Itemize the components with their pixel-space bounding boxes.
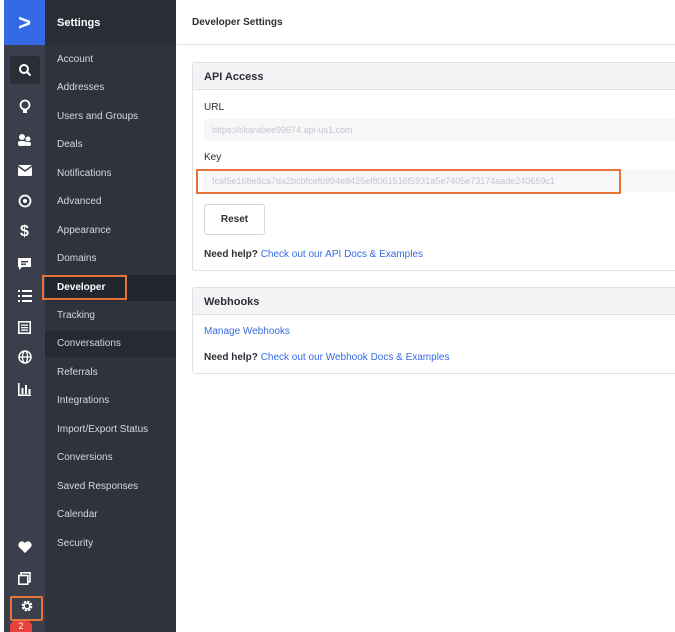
menu-item-calendar[interactable]: Calendar [45,502,176,528]
bar-chart-icon[interactable] [4,375,45,403]
settings-menu: Settings Account Addresses Users and Gro… [45,0,176,632]
gear-icon [20,599,34,618]
menu-item-integrations[interactable]: Integrations [45,388,176,414]
app-window: > $ 2 Settings Account Addresses Users a… [0,0,675,632]
webhook-docs-link[interactable]: Check out our Webhook Docs & Examples [261,352,450,363]
logo-icon[interactable]: > [4,0,45,45]
menu-item-security[interactable]: Security [45,531,176,557]
dollar-icon[interactable]: $ [4,218,45,246]
heart-icon[interactable] [4,533,45,561]
menu-item-conversations[interactable]: Conversations [45,331,176,357]
manage-webhooks-link[interactable]: Manage Webhooks [204,326,290,337]
menu-item-notifications[interactable]: Notifications [45,161,176,187]
settings-menu-title: Settings [45,0,176,45]
target-icon[interactable] [4,187,45,215]
menu-item-deals[interactable]: Deals [45,132,176,158]
menu-item-import-export-status[interactable]: Import/Export Status [45,417,176,443]
main-content: Developer Settings API Access URL https:… [177,0,675,632]
menu-item-tracking[interactable]: Tracking [45,303,176,329]
reset-button[interactable]: Reset [204,204,265,235]
lightbulb-icon[interactable] [4,93,45,121]
globe-icon[interactable] [4,343,45,371]
notification-badge: 2 [10,621,32,632]
menu-item-addresses[interactable]: Addresses [45,75,176,101]
api-help-prefix: Need help? [204,249,258,260]
api-help-line: Need help? Check out our API Docs & Exam… [204,249,423,260]
menu-item-domains[interactable]: Domains [45,246,176,272]
list-icon[interactable] [4,282,45,310]
url-field[interactable]: https://skarabee99674.api-us1.com [204,119,675,141]
menu-item-conversions[interactable]: Conversions [45,445,176,471]
menu-item-account[interactable]: Account [45,47,176,73]
menu-item-appearance[interactable]: Appearance [45,218,176,244]
webhook-help-prefix: Need help? [204,352,258,363]
document-icon[interactable] [4,313,45,341]
key-highlight-box [196,169,621,194]
developer-highlight-box [42,275,127,300]
api-docs-link[interactable]: Check out our API Docs & Examples [261,249,423,260]
envelope-icon[interactable] [4,156,45,184]
key-label: Key [204,152,222,163]
webhooks-card: Webhooks Manage Webhooks Need help? Chec… [192,287,675,374]
icon-rail: > $ 2 [4,0,45,632]
menu-item-referrals[interactable]: Referrals [45,360,176,386]
menu-item-advanced[interactable]: Advanced [45,189,176,215]
api-access-title: API Access [193,63,675,90]
api-access-card: API Access URL https://skarabee99674.api… [192,62,675,271]
page-title: Developer Settings [177,0,675,45]
webhook-help-line: Need help? Check out our Webhook Docs & … [204,352,449,363]
url-label: URL [204,102,225,113]
menu-item-saved-responses[interactable]: Saved Responses [45,474,176,500]
settings-gear-button[interactable] [10,596,43,621]
search-icon[interactable] [10,56,40,84]
chat-icon[interactable] [4,250,45,278]
webhooks-title: Webhooks [193,288,675,315]
menu-item-users-and-groups[interactable]: Users and Groups [45,104,176,130]
copy-icon[interactable] [4,564,45,592]
contacts-icon[interactable] [4,126,45,154]
